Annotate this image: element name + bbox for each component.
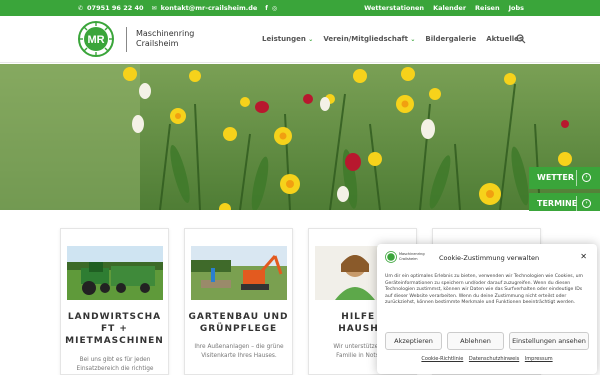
cookie-links: Cookie-Richtlinie Datenschutzhinweis Imp…: [377, 356, 597, 362]
reject-button[interactable]: Ablehnen: [447, 332, 504, 350]
card-description: Ihre Außenanlagen – die grüne Visitenkar…: [191, 343, 287, 361]
card-title-line: MIETMASCHINEN: [65, 336, 164, 346]
service-card-gartenbau[interactable]: GARTENBAU UND GRÜNPFLEGE Ihre Außenanlag…: [184, 228, 293, 375]
card-title-line: GRÜNPFLEGE: [199, 324, 278, 334]
facebook-icon[interactable]: f: [265, 5, 268, 12]
sidetab-divider: [576, 170, 577, 186]
accept-button[interactable]: Akzeptieren: [385, 332, 442, 350]
toplink-wetterstationen[interactable]: Wetterstationen: [364, 4, 424, 12]
card-title-line: FT +: [101, 324, 128, 334]
cookie-title: Cookie-Zustimmung verwalten: [439, 254, 540, 262]
sidetab-termine-label: TERMINE: [537, 199, 578, 208]
logo-line2: Crailsheim: [136, 39, 179, 48]
nav-leistungen[interactable]: Leistungen ⌄: [262, 35, 313, 43]
cookie-policy-link[interactable]: Cookie-Richtlinie: [421, 356, 463, 362]
logo-text[interactable]: Maschinenring Crailsheim: [136, 29, 194, 49]
service-card-landwirtschaft[interactable]: LANDWIRTSCHA FT + MIETMASCHINEN Bei uns …: [60, 228, 169, 375]
nav-label: Leistungen: [262, 35, 306, 43]
cookie-logo-icon: [385, 251, 397, 263]
logo-divider: [126, 27, 127, 52]
card-desc-line: Visitenkarte Ihres Hauses.: [201, 353, 277, 359]
nav-bildergalerie[interactable]: Bildergalerie: [425, 35, 476, 43]
logo-line1: Maschinenring: [136, 29, 195, 38]
privacy-link[interactable]: Datenschutzhinweis: [469, 356, 519, 362]
site-header: MR Maschinenring Crailsheim Leistungen ⌄…: [0, 16, 600, 63]
card-title: LANDWIRTSCHA FT + MIETMASCHINEN: [61, 311, 168, 347]
top-bar: ✆ 07951 96 22 40 ✉ kontakt@mr-crailsheim…: [0, 0, 600, 16]
card-desc-line: Einsatzbereich die richtige: [76, 366, 154, 372]
toplink-jobs[interactable]: Jobs: [509, 4, 524, 12]
cookie-consent-dialog: Maschinenring Crailsheim Cookie-Zustimmu…: [377, 244, 597, 374]
chevron-down-icon: ⌄: [410, 36, 416, 43]
toplink-reisen[interactable]: Reisen: [475, 4, 500, 12]
excavator-image: [191, 246, 287, 300]
sidetab-divider: [576, 196, 577, 212]
logo-emblem[interactable]: MR: [78, 21, 114, 57]
sidetab-wetter[interactable]: WETTER ›: [529, 167, 600, 189]
card-title-line: GARTENBAU UND: [188, 312, 289, 322]
hero-image: [0, 64, 600, 210]
nav-verein[interactable]: Verein/Mitgliedschaft ⌄: [323, 35, 415, 43]
cookie-brand-line: Crailsheim: [399, 256, 418, 261]
toplink-kalender[interactable]: Kalender: [433, 4, 466, 12]
mail-icon: ✉: [151, 4, 157, 12]
tractor-image: [67, 246, 163, 300]
phone-icon: ✆: [78, 4, 84, 12]
email-link[interactable]: kontakt@mr-crailsheim.de: [161, 4, 258, 12]
tulip-field-image: [0, 64, 600, 210]
nav-label: Verein/Mitgliedschaft: [323, 35, 408, 43]
main-nav: Leistungen ⌄ Verein/Mitgliedschaft ⌄ Bil…: [262, 35, 523, 43]
card-desc-line: Ihre Außenanlagen – die grüne: [194, 344, 284, 350]
chevron-down-icon: ⌄: [308, 36, 314, 43]
search-icon[interactable]: [516, 34, 526, 44]
phone-number[interactable]: 07951 96 22 40: [87, 4, 144, 12]
sidetab-wetter-label: WETTER: [537, 173, 575, 182]
cookie-text: Um dir ein optimales Erlebnis zu bieten,…: [385, 274, 583, 306]
chevron-right-icon: ›: [582, 173, 591, 182]
card-description: Bei uns gibt es für jeden Einsatzbereich…: [67, 356, 163, 374]
instagram-icon[interactable]: ◎: [272, 5, 277, 12]
chevron-right-icon: ›: [582, 199, 591, 208]
close-icon[interactable]: ✕: [580, 252, 587, 261]
imprint-link[interactable]: Impressum: [525, 356, 553, 362]
card-title: GARTENBAU UND GRÜNPFLEGE: [185, 311, 292, 335]
card-title-line: LANDWIRTSCHA: [67, 312, 162, 322]
cookie-brand-line: Maschinenring: [399, 252, 425, 256]
card-desc-line: Bei uns gibt es für jeden: [79, 357, 151, 363]
logo-initials: MR: [87, 34, 104, 46]
settings-button[interactable]: Einstellungen ansehen: [509, 332, 589, 350]
cookie-brand: Maschinenring Crailsheim: [399, 252, 425, 261]
